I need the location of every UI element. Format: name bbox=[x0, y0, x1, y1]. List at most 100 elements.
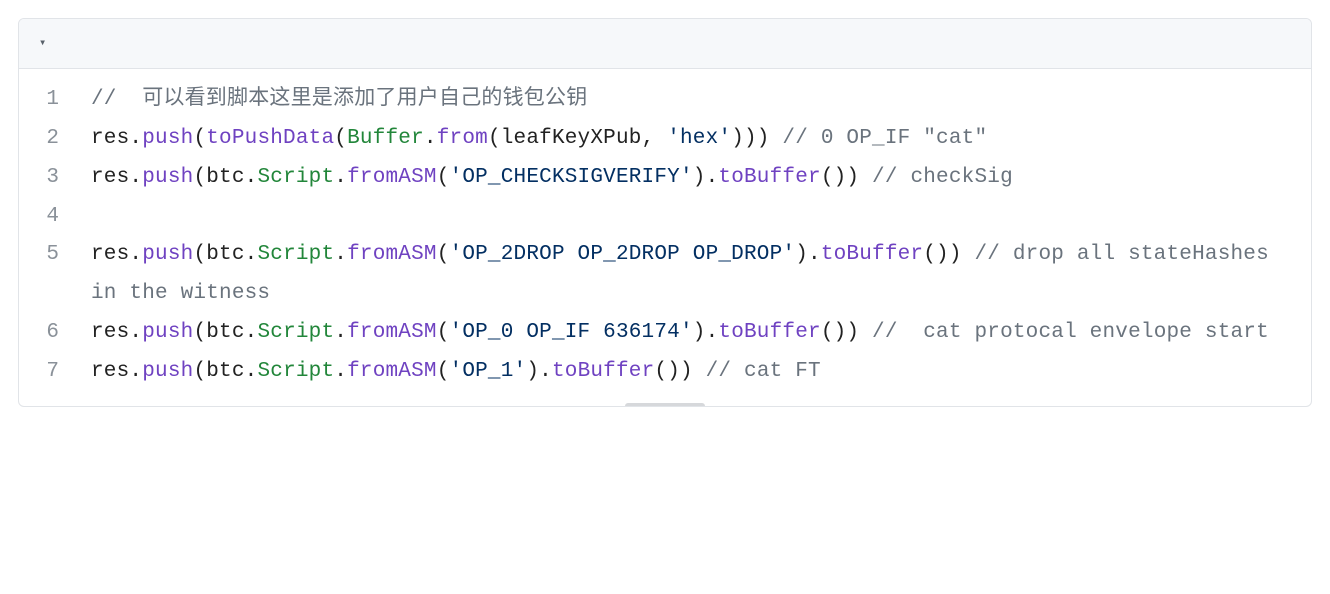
code-token: Script bbox=[257, 321, 334, 344]
code-token: 'hex' bbox=[667, 127, 731, 150]
code-token bbox=[859, 321, 872, 344]
code-content[interactable]: res.push(btc.Script.fromASM('OP_0 OP_IF … bbox=[91, 314, 1285, 353]
code-token: ( bbox=[193, 360, 206, 383]
code-token: . bbox=[424, 127, 437, 150]
code-token: Script bbox=[257, 360, 334, 383]
code-token: . bbox=[129, 321, 142, 344]
line-number: 7 bbox=[19, 353, 91, 392]
code-token: 'OP_0 OP_IF 636174' bbox=[450, 321, 693, 344]
line-number: 6 bbox=[19, 314, 91, 353]
code-token: btc bbox=[206, 166, 244, 189]
code-token: toBuffer bbox=[718, 321, 820, 344]
code-line: 4 bbox=[19, 198, 1311, 237]
code-token: Buffer bbox=[347, 127, 424, 150]
code-token: , bbox=[642, 127, 668, 150]
code-token: res bbox=[91, 321, 129, 344]
code-token: . bbox=[334, 360, 347, 383]
code-token: btc bbox=[206, 360, 244, 383]
code-token: btc bbox=[206, 321, 244, 344]
code-line: 2res.push(toPushData(Buffer.from(leafKey… bbox=[19, 120, 1311, 159]
code-token: push bbox=[142, 360, 193, 383]
code-token: // cat FT bbox=[706, 360, 821, 383]
code-token: . bbox=[808, 243, 821, 266]
code-token: ( bbox=[437, 243, 450, 266]
code-token: . bbox=[245, 243, 258, 266]
code-token: res bbox=[91, 243, 129, 266]
line-number: 3 bbox=[19, 159, 91, 198]
line-number: 4 bbox=[19, 198, 91, 237]
code-line: 1// 可以看到脚本这里是添加了用户自己的钱包公钥 bbox=[19, 81, 1311, 120]
code-token: ( bbox=[193, 127, 206, 150]
code-token: ) bbox=[526, 360, 539, 383]
line-number: 2 bbox=[19, 120, 91, 159]
code-token: ))) bbox=[731, 127, 769, 150]
code-line: 3res.push(btc.Script.fromASM('OP_CHECKSI… bbox=[19, 159, 1311, 198]
code-token: ) bbox=[693, 166, 706, 189]
code-token: Script bbox=[257, 243, 334, 266]
code-token: toBuffer bbox=[821, 243, 923, 266]
code-token: . bbox=[129, 360, 142, 383]
code-token: . bbox=[245, 321, 258, 344]
code-token: 'OP_1' bbox=[450, 360, 527, 383]
chevron-down-icon[interactable]: ▾ bbox=[39, 32, 46, 54]
code-token: 'OP_CHECKSIGVERIFY' bbox=[450, 166, 693, 189]
line-number: 5 bbox=[19, 236, 91, 275]
code-token: toBuffer bbox=[552, 360, 654, 383]
code-token bbox=[859, 166, 872, 189]
code-token: fromASM bbox=[347, 243, 437, 266]
code-token: leafKeyXPub bbox=[501, 127, 642, 150]
code-token: 'OP_2DROP OP_2DROP OP_DROP' bbox=[450, 243, 796, 266]
code-line: 7res.push(btc.Script.fromASM('OP_1').toB… bbox=[19, 353, 1311, 392]
code-token: res bbox=[91, 127, 129, 150]
code-token: ()) bbox=[923, 243, 961, 266]
code-token: toPushData bbox=[206, 127, 334, 150]
code-token: ) bbox=[693, 321, 706, 344]
code-content[interactable]: // 可以看到脚本这里是添加了用户自己的钱包公钥 bbox=[91, 81, 1285, 120]
code-token: . bbox=[334, 243, 347, 266]
code-token bbox=[962, 243, 975, 266]
code-token: ) bbox=[795, 243, 808, 266]
code-token: ( bbox=[437, 166, 450, 189]
code-token: ( bbox=[437, 360, 450, 383]
code-token: . bbox=[129, 243, 142, 266]
code-token: // cat protocal envelope start bbox=[872, 321, 1269, 344]
code-token: // 0 OP_IF "cat" bbox=[782, 127, 987, 150]
code-content[interactable]: res.push(btc.Script.fromASM('OP_CHECKSIG… bbox=[91, 159, 1285, 198]
code-token: . bbox=[334, 166, 347, 189]
code-token: . bbox=[245, 166, 258, 189]
code-block-container: ▾ 1// 可以看到脚本这里是添加了用户自己的钱包公钥2res.push(toP… bbox=[18, 18, 1312, 407]
code-token: btc bbox=[206, 243, 244, 266]
code-token: . bbox=[129, 127, 142, 150]
code-line: 5res.push(btc.Script.fromASM('OP_2DROP O… bbox=[19, 236, 1311, 314]
line-number: 1 bbox=[19, 81, 91, 120]
code-token: ()) bbox=[821, 321, 859, 344]
code-token: fromASM bbox=[347, 321, 437, 344]
code-token: ()) bbox=[821, 166, 859, 189]
code-token: res bbox=[91, 166, 129, 189]
code-token: ( bbox=[193, 166, 206, 189]
code-token: push bbox=[142, 321, 193, 344]
code-token: push bbox=[142, 127, 193, 150]
code-content[interactable]: res.push(toPushData(Buffer.from(leafKeyX… bbox=[91, 120, 1285, 159]
code-token: push bbox=[142, 166, 193, 189]
code-token: from bbox=[437, 127, 488, 150]
code-token: fromASM bbox=[347, 360, 437, 383]
code-content[interactable]: res.push(btc.Script.fromASM('OP_1').toBu… bbox=[91, 353, 1285, 392]
scroll-indicator[interactable] bbox=[625, 403, 705, 407]
code-toolbar: ▾ bbox=[19, 19, 1311, 69]
code-content[interactable]: res.push(btc.Script.fromASM('OP_2DROP OP… bbox=[91, 236, 1285, 314]
code-token bbox=[770, 127, 783, 150]
code-token: . bbox=[706, 321, 719, 344]
code-token: . bbox=[334, 321, 347, 344]
code-token: . bbox=[539, 360, 552, 383]
code-token: ( bbox=[437, 321, 450, 344]
code-token: ( bbox=[193, 243, 206, 266]
code-token: fromASM bbox=[347, 166, 437, 189]
code-token: . bbox=[706, 166, 719, 189]
code-token: . bbox=[245, 360, 258, 383]
code-token: ( bbox=[334, 127, 347, 150]
code-token bbox=[693, 360, 706, 383]
code-line: 6res.push(btc.Script.fromASM('OP_0 OP_IF… bbox=[19, 314, 1311, 353]
code-token: res bbox=[91, 360, 129, 383]
code-token: ( bbox=[488, 127, 501, 150]
